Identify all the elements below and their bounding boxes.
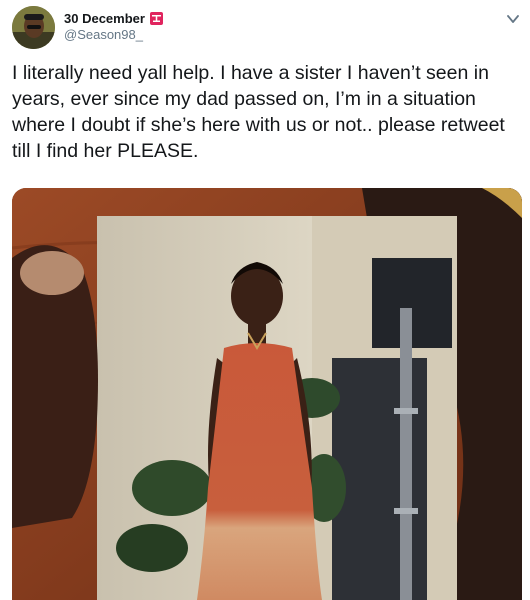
avatar[interactable] (12, 6, 55, 49)
chevron-down-icon[interactable] (506, 12, 520, 26)
flag-emoji-icon (149, 11, 163, 25)
user-handle[interactable]: @Season98_ (64, 27, 143, 42)
display-name[interactable]: 30 December (64, 11, 145, 26)
tweet-card[interactable]: 30 December @Season98_ I literally need … (0, 0, 530, 600)
tweet-photo[interactable] (12, 188, 522, 600)
tweet-text: I literally need yall help. I have a sis… (12, 62, 505, 162)
